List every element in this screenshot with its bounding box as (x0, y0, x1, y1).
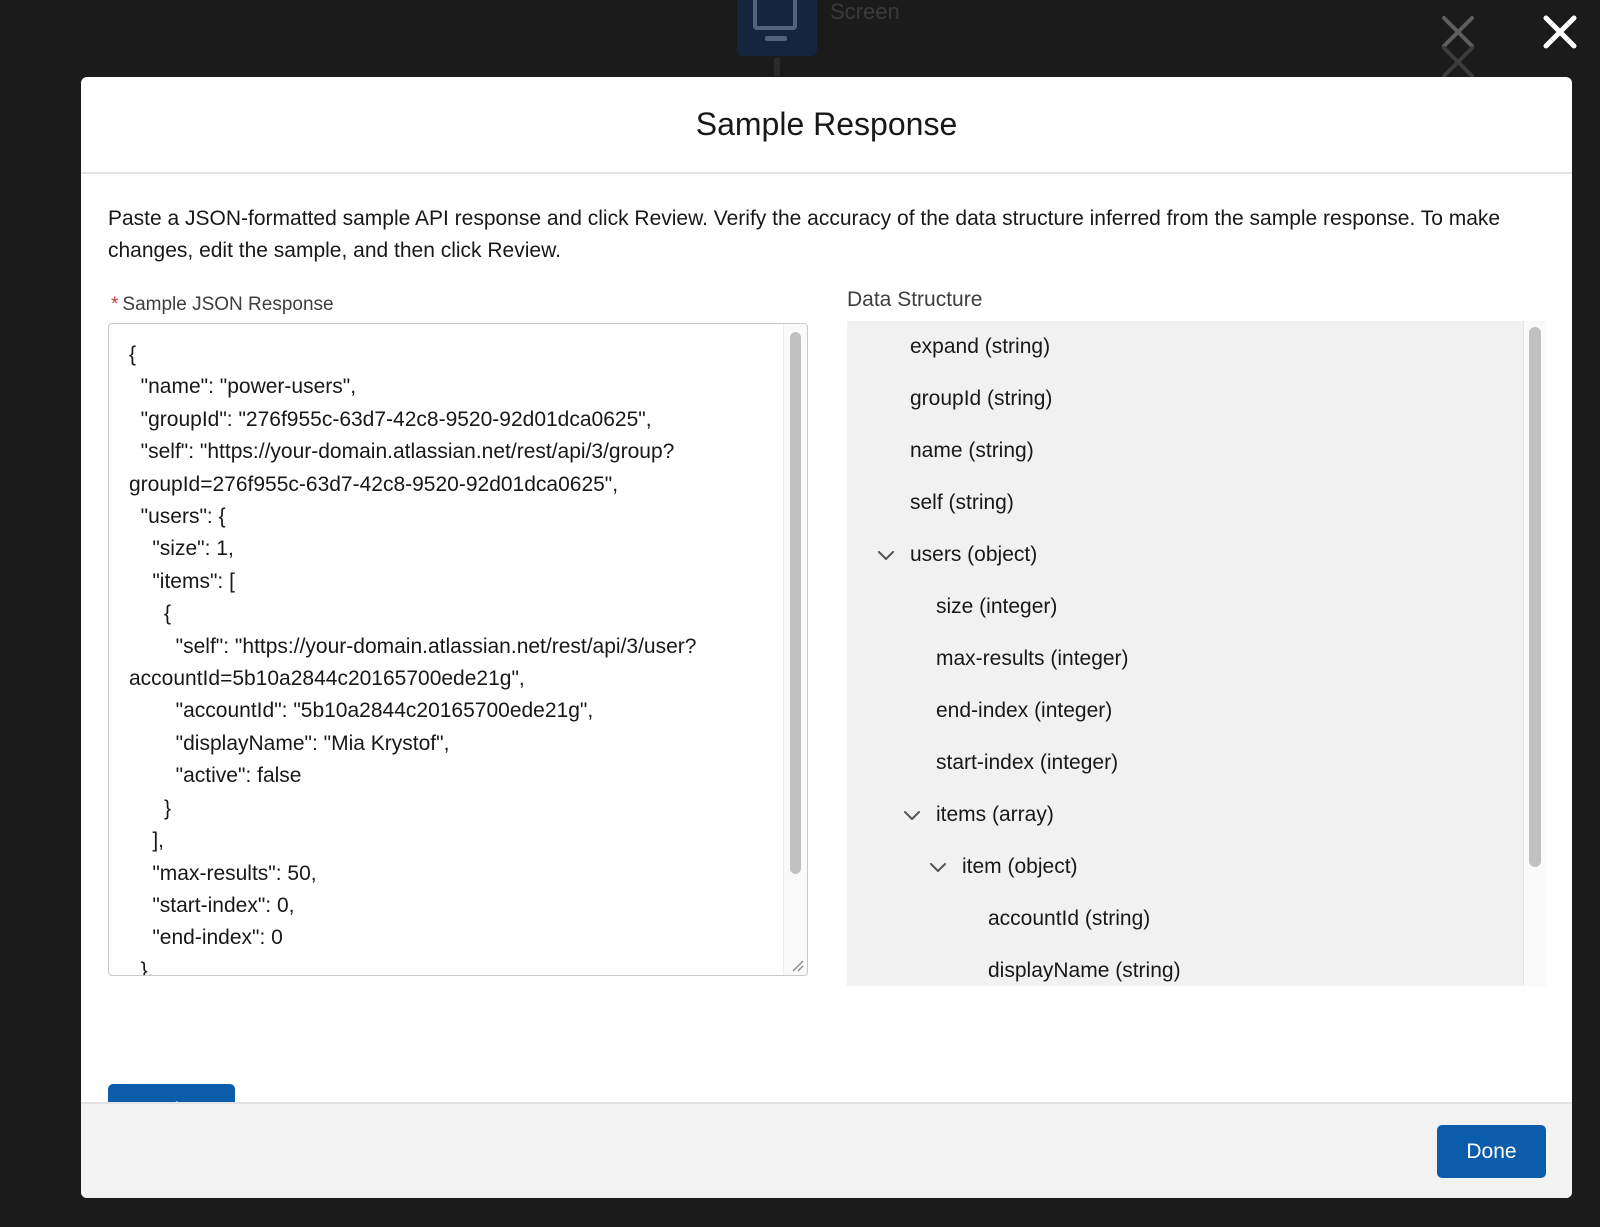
tree-item: groupId (string) (910, 381, 1052, 417)
tree-item-label: start-index (integer) (936, 751, 1119, 774)
background-screen-label: Screen (830, 0, 900, 24)
tree-item: end-index (integer) (936, 693, 1112, 729)
tree-item: accountId (string) (988, 901, 1150, 937)
tree-item[interactable]: items (array) (904, 797, 1054, 833)
tree-item-label: expand (string) (910, 335, 1051, 358)
close-icon[interactable] (1538, 10, 1582, 54)
tree-item: name (string) (910, 433, 1034, 469)
tree-item-label: self (string) (910, 491, 1014, 514)
modal-title: Sample Response (695, 106, 958, 142)
background-connector (774, 58, 780, 76)
tree-item-label: groupId (string) (910, 387, 1053, 410)
tree-item-label: max-results (integer) (936, 647, 1129, 670)
sample-json-label-text: Sample JSON Response (122, 294, 334, 315)
tree-item: displayName (string) (988, 953, 1181, 986)
tree-item-label: users (object) (910, 543, 1038, 566)
done-button[interactable]: Done (1437, 1125, 1546, 1178)
tree-item[interactable]: users (object) (878, 537, 1038, 573)
sample-response-modal: Sample Response Paste a JSON-formatted s… (81, 77, 1572, 1198)
tree-item[interactable]: item (object) (930, 849, 1078, 885)
resize-handle-icon[interactable] (789, 957, 805, 973)
tree-item: self (string) (910, 485, 1014, 521)
tree-item: expand (string) (910, 329, 1050, 365)
tree-item: start-index (integer) (936, 745, 1118, 781)
tree-item-label: items (array) (936, 803, 1054, 826)
chevron-down-icon[interactable] (928, 857, 948, 877)
tree-item: size (integer) (936, 589, 1057, 625)
data-structure-scrollbar-thumb[interactable] (1529, 327, 1541, 867)
modal-body: Paste a JSON-formatted sample API respon… (81, 174, 1572, 1137)
data-structure-scrollbar[interactable] (1523, 321, 1547, 986)
json-scrollbar-thumb[interactable] (790, 332, 801, 874)
chevron-down-icon[interactable] (876, 545, 896, 565)
sample-json-textarea[interactable]: { "name": "power-users", "groupId": "276… (108, 323, 808, 976)
tree-item-label: size (integer) (936, 595, 1058, 618)
chevron-down-icon[interactable] (902, 805, 922, 825)
json-scrollbar[interactable] (783, 324, 807, 975)
ghost-close-icon (1442, 16, 1474, 78)
modal-description: Paste a JSON-formatted sample API respon… (108, 207, 1501, 262)
tree-item-label: item (object) (962, 855, 1078, 878)
tree-item-label: accountId (string) (988, 907, 1151, 930)
modal-footer: Done (81, 1102, 1572, 1198)
tree-item-label: name (string) (910, 439, 1034, 462)
modal-header: Sample Response (81, 77, 1572, 174)
tree-item: max-results (integer) (936, 641, 1129, 677)
data-structure-tree: expand (string) groupId (string) name (str… (847, 321, 1547, 986)
data-structure-label: Data Structure (847, 288, 983, 311)
tree-item-label: end-index (integer) (936, 699, 1113, 722)
sample-json-label: * Sample JSON Response (111, 294, 334, 316)
sample-json-value[interactable]: { "name": "power-users", "groupId": "276… (129, 339, 759, 975)
required-indicator: * (111, 294, 119, 315)
tree-item-label: displayName (string) (988, 959, 1181, 982)
background-screen-element-icon (737, 0, 817, 56)
